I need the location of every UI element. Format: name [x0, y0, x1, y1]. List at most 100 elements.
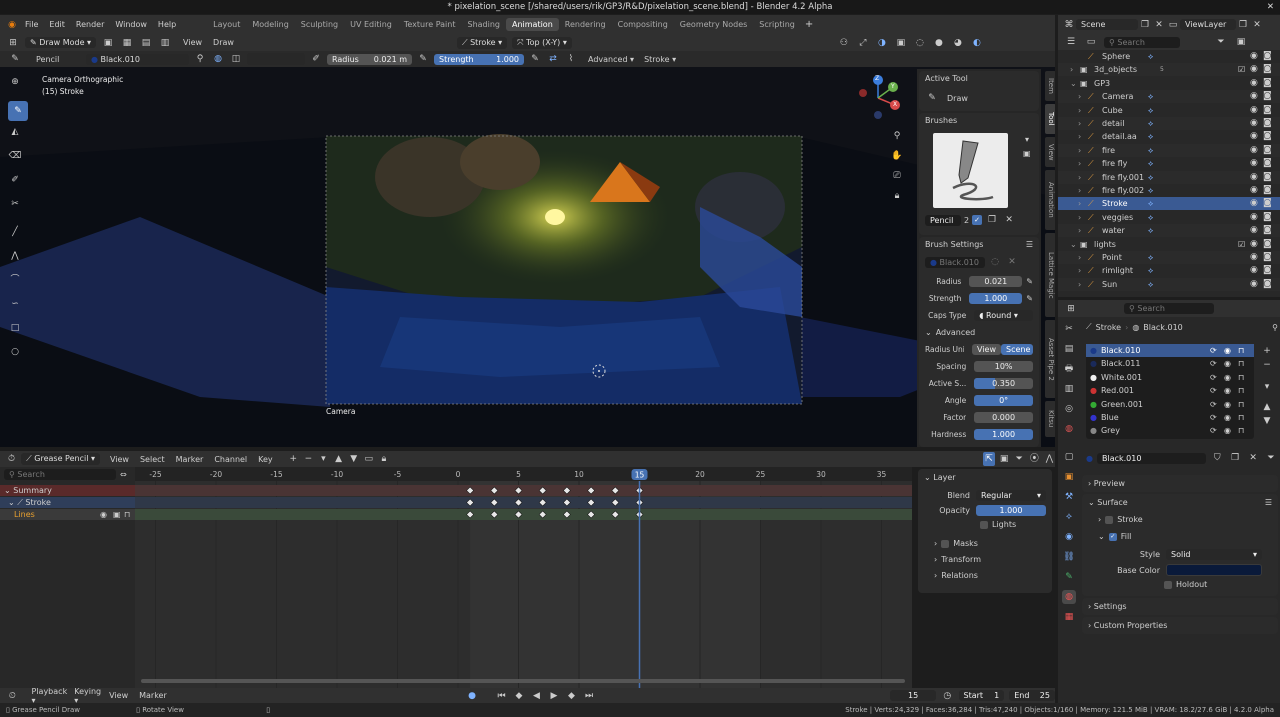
add-slot-icon[interactable]: + — [1260, 344, 1274, 358]
add-workspace-icon[interactable]: + — [805, 19, 813, 30]
brush-settings-header-row[interactable]: Brush Settings ☰ — [925, 240, 1033, 249]
material-eye-icon[interactable]: ◉ — [1224, 398, 1231, 411]
ds-menu-marker[interactable]: Marker — [176, 455, 204, 464]
radius-pressure-toggle-icon[interactable]: ✎ — [1026, 277, 1033, 286]
zoom-icon[interactable]: ⚲ — [890, 129, 904, 143]
outliner-item-cube[interactable]: › ⟋ Cube ⟡ ◉ ◙ — [1058, 104, 1280, 117]
data-tab-icon[interactable]: ✎ — [1062, 570, 1076, 584]
render-camera-icon[interactable]: ◙ — [1263, 130, 1272, 143]
arc-tool-icon[interactable]: ⌒ — [8, 273, 22, 287]
menu-help[interactable]: Help — [158, 20, 176, 29]
outliner-item-point[interactable]: › ⟋ Point ⟡ ◉ ◙ — [1058, 251, 1280, 264]
modifier-tab-icon[interactable]: ⚒ — [1062, 490, 1076, 504]
render-camera-icon[interactable]: ◙ — [1263, 251, 1272, 264]
material-lock-icon[interactable]: ⊓ — [1238, 384, 1244, 397]
tab-texture-paint[interactable]: Texture Paint — [398, 18, 462, 31]
render-tab-icon[interactable]: ▤ — [1062, 342, 1076, 356]
outliner-item-sphere[interactable]: ⟋ Sphere ⟡ ◉ ◙ — [1058, 50, 1280, 63]
blend-dropdown[interactable]: Regular ▾ — [976, 490, 1046, 501]
solid-shading-icon[interactable]: ● — [932, 36, 946, 50]
expand-chevron-icon[interactable]: ⌄ — [1070, 77, 1077, 90]
lines-visibility-icon[interactable]: ◉ — [100, 509, 107, 520]
visibility-eye-icon[interactable]: ◉ — [1250, 238, 1258, 251]
active-tool-row[interactable]: ✎ Draw — [925, 91, 1033, 105]
dopesheet-timeline[interactable]: -25-20-15-10-50510152025303515 — [135, 467, 912, 689]
material-slot-white-001[interactable]: ● White.001 ⟳ ◉ ⊓ — [1086, 371, 1254, 384]
move-down-icon[interactable]: ▼ — [348, 452, 359, 466]
radius-field[interactable]: Radius 0.021 m — [327, 53, 412, 65]
modifier-icon[interactable]: ⟡ — [1148, 117, 1153, 130]
overlay-icon[interactable]: ◑ — [875, 36, 889, 50]
exclude-checkbox-icon[interactable]: ☑ — [1238, 238, 1245, 251]
material-eye-icon[interactable]: ◉ — [1224, 384, 1231, 397]
ds-filter-icon[interactable]: ⏷ — [1014, 452, 1025, 466]
settings-panel[interactable]: › Settings — [1082, 598, 1278, 615]
hardness-field[interactable]: 1.000 — [974, 429, 1033, 440]
new-view-layer-icon[interactable]: ❐ — [1236, 18, 1250, 32]
visibility-eye-icon[interactable]: ◉ — [1250, 224, 1258, 237]
erase-tool-icon[interactable]: ⌫ — [8, 149, 22, 163]
outliner-item-fire-fly[interactable]: › ⟋ fire fly ⟡ ◉ ◙ — [1058, 157, 1280, 170]
scene-icon[interactable]: ⌘ — [1062, 18, 1076, 32]
visibility-eye-icon[interactable]: ◉ — [1250, 50, 1258, 63]
stabilizer-icon[interactable]: ⇄ — [546, 52, 560, 66]
material-slot-grey[interactable]: ● Grey ⟳ ◉ ⊓ — [1086, 424, 1254, 437]
strength-field[interactable]: Strength 1.000 — [434, 53, 524, 65]
effects-tab-icon[interactable]: ⟡ — [1062, 510, 1076, 524]
brush-material-clear-icon[interactable]: ✕ — [1005, 255, 1019, 269]
visibility-eye-icon[interactable]: ◉ — [1250, 157, 1258, 170]
channel-summary[interactable]: ⌄ Summary — [0, 485, 135, 496]
expand-chevron-icon[interactable]: › — [1078, 264, 1081, 277]
lines-onion-icon[interactable]: ▣ — [113, 509, 121, 520]
material-eye-icon[interactable]: ◉ — [1224, 344, 1231, 357]
visibility-icon[interactable]: ⚇ — [837, 36, 851, 50]
only-selected-icon[interactable]: ⇱ — [983, 452, 995, 466]
material-link-icon[interactable]: ⟳ — [1210, 357, 1217, 370]
material-link-icon[interactable]: ⟳ — [1210, 411, 1217, 424]
navigation-gizmo[interactable]: Z X Y — [855, 75, 901, 121]
brushes-header[interactable]: Brushes — [925, 116, 1033, 125]
visibility-eye-icon[interactable]: ◉ — [1250, 197, 1258, 210]
material-slot-black-011[interactable]: ● Black.011 ⟳ ◉ ⊓ — [1086, 357, 1254, 370]
sidebar-tab-item[interactable]: Item — [1045, 71, 1055, 101]
rendered-shading-icon[interactable]: ◐ — [970, 36, 984, 50]
orientation-selector[interactable]: ⤧ Top (X-Y) ▾ — [512, 36, 572, 49]
material-eye-icon[interactable]: ◉ — [1224, 424, 1231, 437]
channel-swap-icon[interactable]: ⇔ — [120, 470, 127, 479]
ds-menu-view[interactable]: View — [110, 455, 129, 464]
fill-checkbox[interactable]: ✓ — [1108, 532, 1117, 541]
draw-menu[interactable]: Draw — [213, 38, 234, 47]
view-layer-selector[interactable]: ViewLayer — [1180, 19, 1236, 30]
base-color-swatch[interactable] — [1166, 564, 1262, 576]
properties-search[interactable]: ⚲ Search — [1124, 303, 1214, 314]
view-menu[interactable]: View — [183, 38, 202, 47]
expand-chevron-icon[interactable]: › — [1078, 171, 1081, 184]
menu-window[interactable]: Window — [115, 20, 147, 29]
display-mode-icon[interactable]: ▭ — [1084, 35, 1098, 49]
tab-scripting[interactable]: Scripting — [753, 18, 801, 31]
strength-field[interactable]: 1.000 — [969, 293, 1023, 304]
modifier-icon[interactable]: ⟡ — [1148, 224, 1153, 237]
exclude-checkbox-icon[interactable]: ☑ — [1238, 63, 1245, 76]
holdout-row[interactable]: Holdout — [1164, 580, 1272, 589]
visibility-eye-icon[interactable]: ◉ — [1250, 77, 1258, 90]
expand-chevron-icon[interactable]: › — [1078, 278, 1081, 291]
style-dropdown[interactable]: Solid ▾ — [1166, 549, 1262, 560]
draw-tool-icon[interactable]: ✎ — [8, 101, 28, 121]
material-eye-icon[interactable]: ◉ — [1224, 357, 1231, 370]
outliner-item-fire-fly-001[interactable]: › ⟋ fire fly.001 ⟡ ◉ ◙ — [1058, 170, 1280, 184]
material-datablock-field[interactable]: Black.010 — [1096, 452, 1207, 464]
render-camera-icon[interactable]: ◙ — [1263, 104, 1272, 117]
collection-tab-icon[interactable]: ▢ — [1062, 450, 1076, 464]
world-tab-icon[interactable]: ◍ — [1062, 422, 1076, 436]
move-slot-down-icon[interactable]: ▼ — [1260, 414, 1274, 428]
transform-subpanel[interactable]: › Transform — [934, 555, 1046, 564]
render-camera-icon[interactable]: ◙ — [1263, 278, 1272, 291]
modifier-icon[interactable]: ⟡ — [1148, 264, 1153, 277]
fill-tool-icon[interactable]: ◭ — [8, 125, 22, 139]
visibility-eye-icon[interactable]: ◉ — [1250, 211, 1258, 224]
new-collection-icon[interactable]: ▣ — [1234, 35, 1248, 49]
select-box-icon[interactable]: ▣ — [101, 36, 115, 50]
snapping-icon[interactable]: ⦿ — [1029, 452, 1040, 466]
material-slot-blue[interactable]: ● Blue ⟳ ◉ ⊓ — [1086, 411, 1254, 424]
